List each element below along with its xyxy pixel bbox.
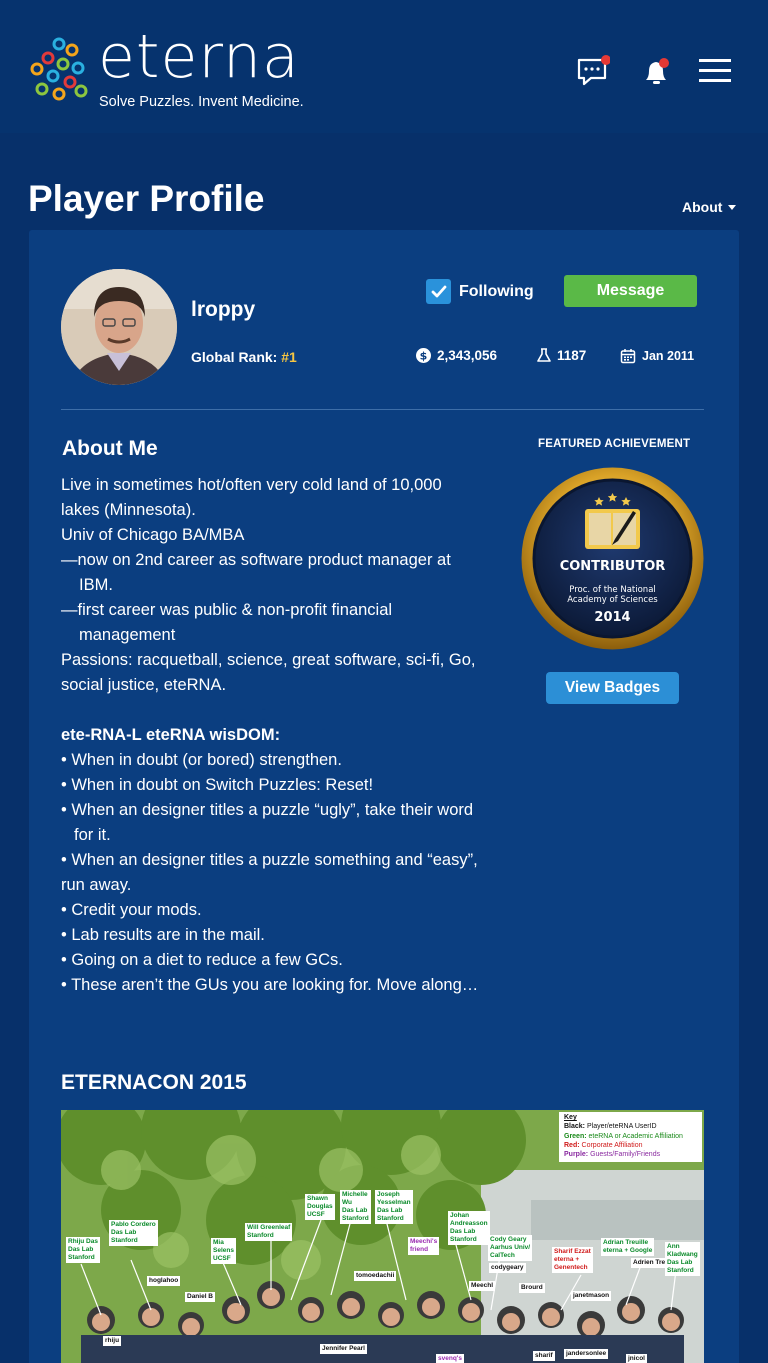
top-navbar: eterna Solve Puzzles. Invent Medicine. — [0, 0, 768, 133]
key-row: Green: eteRNA or Academic Affiliation — [564, 1132, 697, 1141]
eterna-logo[interactable]: eterna Solve Puzzles. Invent Medicine. — [28, 22, 318, 112]
badge-subtitle-1: Proc. of the National — [569, 585, 656, 595]
points-value: 2,343,056 — [437, 348, 498, 363]
profile-divider — [61, 409, 704, 410]
photo-label: Mia Selens UCSF — [211, 1238, 236, 1264]
bell-icon[interactable] — [640, 52, 674, 88]
chat-icon[interactable] — [576, 52, 610, 88]
about-line: —now on 2nd career as software product m… — [61, 551, 451, 594]
key-label: Purple: — [564, 1151, 589, 1159]
photo-label: Michelle Wu Das Lab Stanford — [340, 1190, 371, 1224]
photo-label: rhiju — [103, 1336, 122, 1346]
wisdom-line: • When an designer titles a puzzle somet… — [61, 851, 478, 894]
rank-value: #1 — [281, 349, 297, 365]
key-text: Corporate Affiliation — [581, 1141, 643, 1149]
following-toggle[interactable]: Following — [426, 279, 534, 304]
points-stat: $ 2,343,056 — [416, 348, 497, 363]
photo-label: janetmason — [571, 1291, 612, 1301]
photo-label: Cody Geary Aarhus Univ/ CalTech — [488, 1235, 533, 1261]
photo-label: Meechl — [469, 1281, 496, 1291]
photo-key: Key Black: Player/eteRNA UserID Green: e… — [559, 1112, 702, 1162]
photo-label: Daniel B — [185, 1292, 216, 1302]
about-line: Passions: racquetball, science, great so… — [61, 651, 476, 694]
photo-label: jandersonlee — [564, 1349, 609, 1359]
wisdom-title: ete-RNA-L eteRNA wisDOM: — [61, 726, 281, 744]
flask-icon — [537, 348, 551, 362]
photo-label: sharif — [533, 1351, 555, 1361]
hamburger-menu-icon[interactable] — [698, 56, 732, 86]
photo-label: svenq's — [436, 1354, 464, 1363]
photo-label: Rhiju Das Das Lab Stanford — [66, 1237, 100, 1263]
photo-label: Brourd — [519, 1283, 545, 1293]
badge-year: 2014 — [594, 610, 630, 625]
eternacon-heading: ETERNACON 2015 — [61, 1071, 247, 1094]
photo-label: Johan Andreasson Das Lab Stanford — [448, 1211, 490, 1245]
key-label: Black: — [564, 1123, 586, 1131]
calendar-icon — [620, 349, 636, 364]
eternacon-group-photo[interactable]: Key Black: Player/eteRNA UserID Green: e… — [61, 1110, 704, 1363]
logo-wordmark: eterna — [98, 22, 300, 92]
photo-label: Meechi's friend — [408, 1237, 440, 1255]
photo-label: Adrian Treuille eterna + Google — [601, 1238, 655, 1256]
logo-tagline: Solve Puzzles. Invent Medicine. — [99, 94, 304, 110]
photo-label: tomoedachii — [354, 1271, 397, 1281]
photo-label: Sharif Ezzat eterna + Genentech — [552, 1247, 593, 1273]
username: lroppy — [191, 298, 256, 321]
photo-label: Joseph Yesselman Das Lab Stanford — [375, 1190, 413, 1224]
labs-stat: 1187 — [537, 348, 586, 363]
svg-text:$: $ — [420, 350, 428, 363]
about-line: Univ of Chicago BA/MBA — [61, 526, 245, 544]
key-label: Green: — [564, 1132, 587, 1140]
photo-label: Shawn Douglas UCSF — [305, 1194, 335, 1220]
photo-label: jnicol — [626, 1354, 647, 1363]
photo-label: hoglahoo — [147, 1276, 181, 1286]
key-text: Player/eteRNA UserID — [586, 1123, 657, 1131]
about-line: Live in sometimes hot/often very cold la… — [61, 476, 442, 519]
badge-title: CONTRIBUTOR — [560, 559, 666, 574]
key-text: Guests/Family/Friends — [590, 1151, 661, 1159]
wisdom-line: • When an designer titles a puzzle “ugly… — [61, 801, 474, 844]
about-dropdown-label: About — [682, 199, 723, 215]
photo-label: codygeary — [489, 1263, 526, 1273]
photo-label: Jennifer Pearl — [320, 1344, 367, 1354]
featured-achievement-label: FEATURED ACHIEVEMENT — [538, 438, 691, 450]
contributor-badge-icon[interactable]: CONTRIBUTOR Proc. of the National Academ… — [521, 467, 704, 650]
rank-label: Global Rank: — [191, 349, 278, 365]
checkmark-icon — [426, 279, 451, 304]
page-title: Player Profile — [28, 178, 265, 219]
photo-label: Will Greenleaf Stanford — [245, 1223, 293, 1241]
labs-value: 1187 — [557, 348, 587, 363]
avatar — [61, 269, 177, 385]
photo-label: Ann Kladwang Das Lab Stanford — [665, 1242, 700, 1276]
key-title: Key — [564, 1114, 577, 1121]
following-label: Following — [459, 282, 534, 300]
about-line: —first career was public & non-profit fi… — [61, 601, 393, 644]
logo-molecule-icon — [30, 37, 88, 101]
dollar-coin-icon: $ — [416, 348, 431, 363]
badge-subtitle-2: Academy of Sciences — [567, 595, 658, 605]
message-button[interactable]: Message — [564, 275, 697, 307]
wisdom-line: • When in doubt on Switch Puzzles: Reset… — [61, 776, 374, 794]
wisdom-line: • When in doubt (or bored) strengthen. — [61, 751, 342, 769]
key-label: Red: — [564, 1141, 580, 1149]
about-text: Live in sometimes hot/often very cold la… — [61, 473, 481, 998]
wisdom-line: • These aren’t the GUs you are looking f… — [61, 976, 479, 994]
caret-down-icon — [728, 204, 737, 210]
joined-stat: Jan 2011 — [620, 348, 694, 364]
key-text: eteRNA or Academic Affiliation — [588, 1132, 683, 1140]
avatar-photo — [61, 269, 177, 385]
wisdom-line: • Lab results are in the mail. — [61, 926, 265, 944]
key-row: Red: Corporate Affiliation — [564, 1141, 697, 1150]
joined-value: Jan 2011 — [642, 349, 695, 363]
photo-label: Pablo Cordero Das Lab Stanford — [109, 1220, 158, 1246]
view-badges-button[interactable]: View Badges — [546, 672, 679, 704]
wisdom-line: • Credit your mods. — [61, 901, 202, 919]
about-heading: About Me — [62, 437, 158, 460]
global-rank: Global Rank: #1 — [191, 349, 297, 365]
about-dropdown[interactable]: About — [682, 199, 737, 215]
key-row: Black: Player/eteRNA UserID — [564, 1122, 697, 1131]
key-row: Purple: Guests/Family/Friends — [564, 1150, 697, 1159]
wisdom-line: • Going on a diet to reduce a few GCs. — [61, 951, 343, 969]
